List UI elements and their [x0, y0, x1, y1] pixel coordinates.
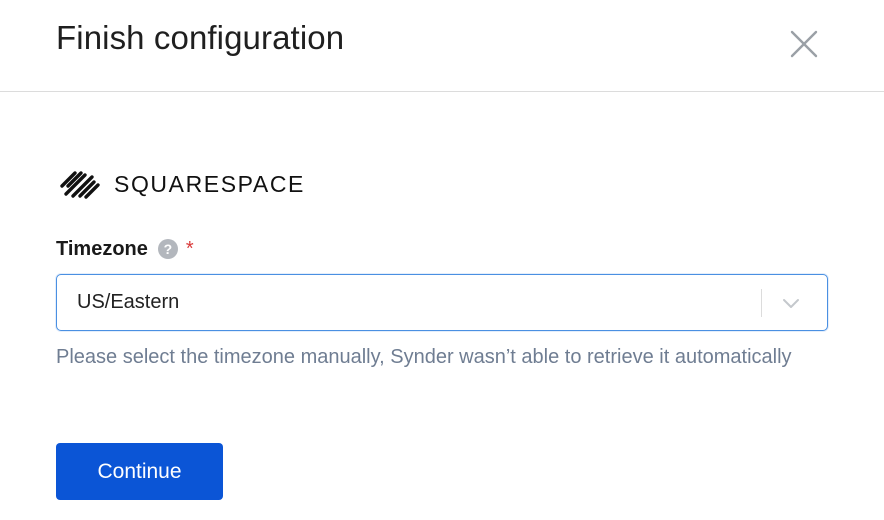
timezone-label: Timezone: [56, 237, 148, 260]
brand-name: SQUARESPACE: [114, 170, 305, 197]
squarespace-logo: [60, 171, 100, 199]
timezone-hint-text: Please select the timezone manually, Syn…: [56, 346, 792, 368]
brand-row: SQUARESPACE: [58, 166, 305, 202]
chevron-down-icon[interactable]: [779, 293, 803, 313]
dialog-header: Finish configuration: [0, 0, 884, 92]
select-divider: [761, 289, 762, 317]
timezone-label-row: Timezone ? *: [56, 234, 194, 264]
timezone-selected-value: US/Eastern: [77, 291, 180, 313]
continue-button[interactable]: Continue: [56, 443, 223, 500]
timezone-select[interactable]: US/Eastern: [56, 274, 828, 331]
dialog-title: Finish configuration: [56, 19, 345, 56]
finish-configuration-dialog: Finish configuration SQUARESPACE Timezon…: [0, 0, 884, 520]
close-icon[interactable]: [786, 26, 822, 62]
required-marker: *: [185, 238, 194, 260]
question-circle-icon[interactable]: ?: [157, 239, 178, 259]
